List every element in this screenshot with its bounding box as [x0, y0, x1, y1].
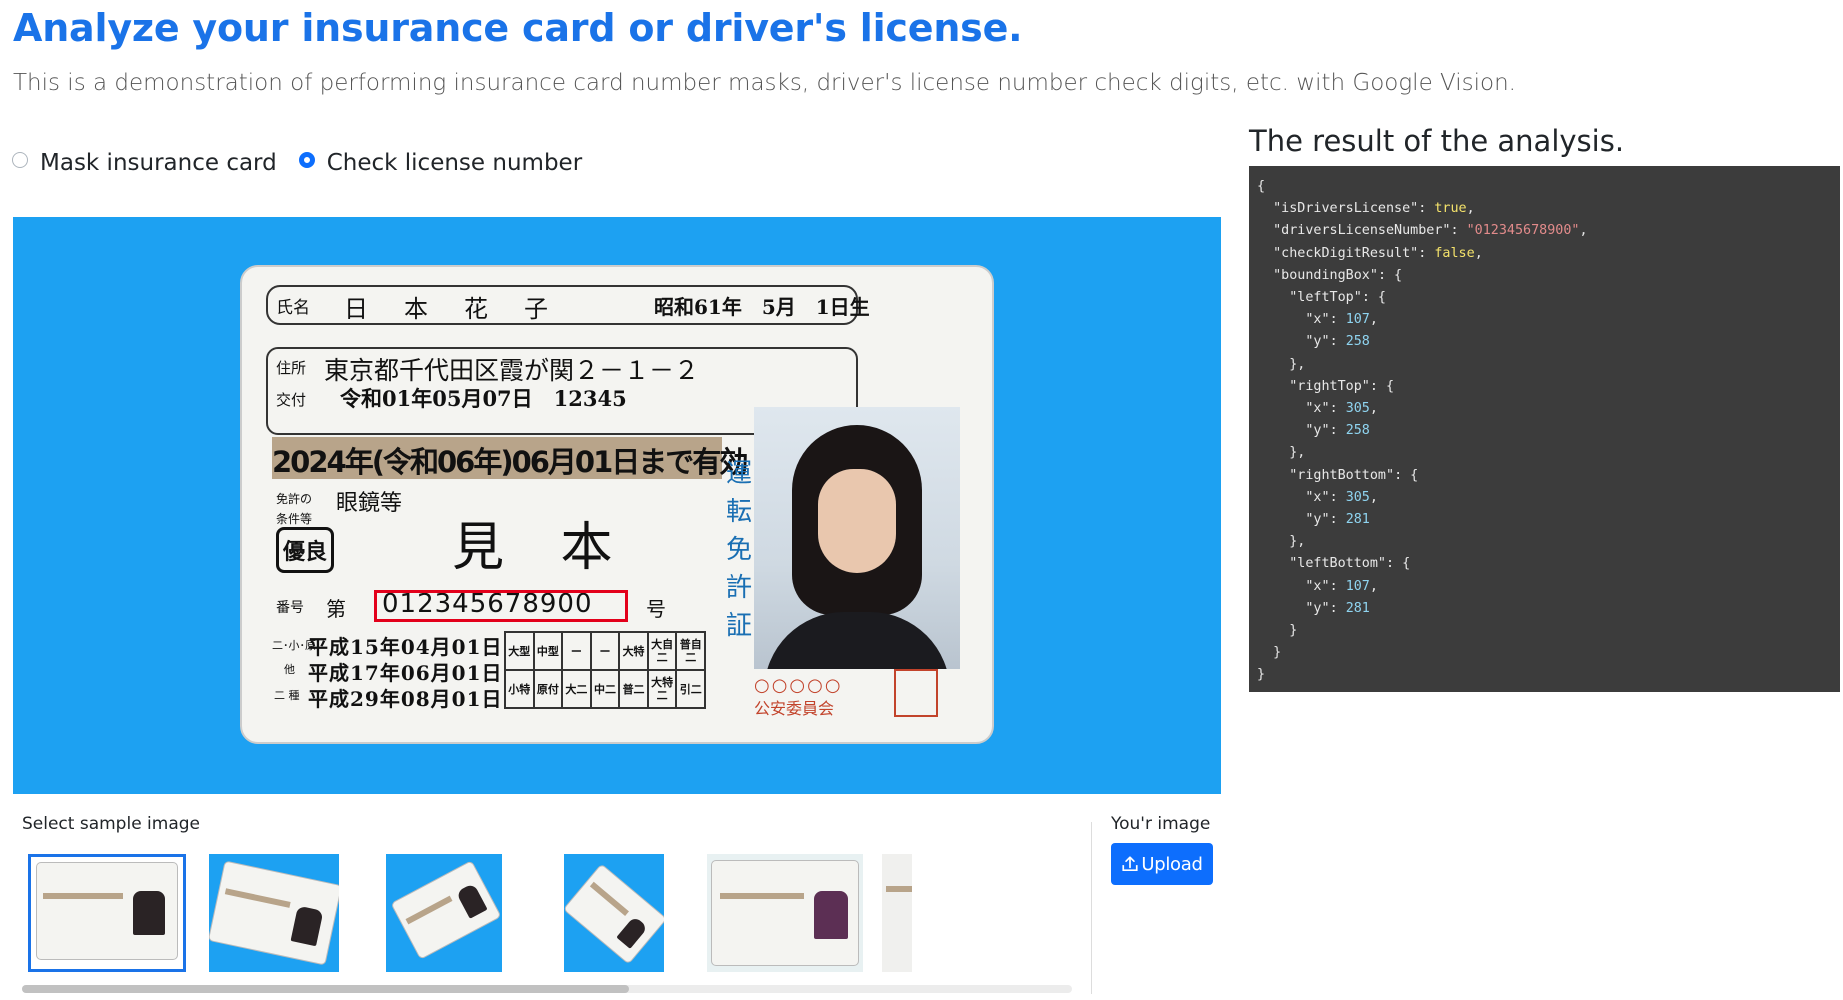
sample-thumbnail[interactable]	[209, 854, 339, 972]
sample-card	[564, 863, 664, 965]
card-commission: 公安委員会	[754, 699, 835, 718]
sample-bar	[224, 888, 291, 908]
sample-bar	[43, 893, 123, 899]
number-suffix: 号	[646, 597, 666, 621]
license-number-highlight	[374, 590, 628, 622]
your-image-label: You'r image	[1111, 814, 1211, 834]
license-type-cell: 大特二	[647, 670, 677, 708]
card-vertical-title: 運転免許証	[725, 459, 752, 641]
excellent-badge: 優良	[276, 527, 335, 573]
sample-thumbnail[interactable]	[707, 854, 863, 972]
date1: 平成15年04月01日	[308, 635, 503, 659]
card-birth: 昭和61年 5月 1日生	[654, 295, 870, 319]
upload-button-label[interactable]: Upload	[1141, 854, 1203, 875]
json-license-number: "012345678900"	[1466, 223, 1580, 239]
license-type-cell: 大自二	[647, 632, 677, 670]
license-type-cell: 大二	[562, 670, 591, 708]
json-leftbottom-x: 107	[1345, 578, 1370, 594]
card-address: 東京都千代田区霞が関２－１－２	[324, 356, 700, 385]
date2-label: 他	[284, 663, 295, 676]
card-photo	[754, 407, 960, 669]
number-label: 番号	[276, 600, 304, 616]
license-type-cell: 大型	[505, 632, 534, 670]
sample-thumbnail[interactable]	[386, 854, 502, 972]
card-conditions: 眼鏡等	[336, 491, 403, 516]
card-validity: 2024年(令和06年)06月01日まで有効	[272, 445, 748, 479]
name-label: 氏名	[276, 298, 310, 318]
license-type-cell: 原付	[533, 670, 563, 708]
sample-bar	[405, 895, 453, 925]
conditions-label: 免許の条件等	[276, 492, 313, 526]
license-type-cell: 大特	[619, 632, 648, 670]
json-leftbottom-y: 281	[1345, 600, 1370, 616]
page-subtitle: This is a demonstration of performing in…	[13, 70, 1516, 96]
json-lefttop-x: 107	[1345, 312, 1370, 328]
upload-icon	[1122, 856, 1138, 872]
license-type-cell: 普二	[619, 670, 648, 708]
sample-photo	[616, 915, 649, 949]
sample-thumbnail[interactable]	[564, 854, 664, 972]
license-type-cell: 引二	[676, 670, 705, 708]
radio-check-license-input[interactable]	[298, 152, 315, 168]
license-type-cell: 普自二	[676, 632, 705, 670]
sample-card	[390, 860, 502, 960]
issue-label: 交付	[276, 391, 307, 409]
date2: 平成17年06月01日	[308, 661, 503, 685]
license-type-cell: 小特	[505, 670, 534, 708]
sample-photo	[133, 891, 165, 935]
json-check-digit-result: false	[1434, 245, 1475, 261]
license-type-cell: 中二	[590, 670, 620, 708]
sample-card	[209, 860, 339, 966]
photo-face	[818, 469, 896, 573]
sample-bar	[886, 886, 912, 892]
card-sample-mark: 見 本	[452, 518, 633, 578]
mode-radio-group: Mask insurance card Check license number	[12, 150, 604, 176]
json-rightbottom-x: 305	[1345, 489, 1370, 505]
card-name: 日 本 花 子	[344, 295, 554, 323]
upload-button[interactable]: Upload	[1111, 843, 1213, 885]
thumbnails-scrollbar-thumb[interactable]	[22, 985, 629, 993]
sample-images-label: Select sample image	[22, 814, 201, 834]
card-issue: 令和01年05月07日 12345	[340, 386, 627, 411]
sample-bar	[720, 893, 804, 899]
sample-photo	[455, 882, 488, 919]
card-seal	[894, 669, 938, 717]
license-card-image: 氏名 日 本 花 子 昭和61年 5月 1日生 住所 東京都千代田区霞が関２－１…	[240, 265, 994, 744]
radio-mask-insurance-input[interactable]	[12, 152, 28, 168]
radio-check-license[interactable]: Check license number	[298, 150, 582, 176]
radio-mask-insurance[interactable]: Mask insurance card	[12, 150, 277, 176]
json-is-drivers-license: true	[1434, 201, 1467, 217]
number-prefix: 第	[326, 597, 346, 621]
sample-bar	[589, 881, 629, 916]
json-righttop-x: 305	[1345, 401, 1370, 417]
page-title: Analyze your insurance card or driver's …	[13, 6, 1023, 50]
radio-check-license-label[interactable]: Check license number	[327, 150, 582, 176]
date3-label: 二 種	[274, 689, 300, 702]
image-preview: 氏名 日 本 花 子 昭和61年 5月 1日生 住所 東京都千代田区霞が関２－１…	[13, 217, 1221, 794]
address-label: 住所	[276, 359, 307, 377]
sample-thumbnail[interactable]	[882, 854, 912, 972]
thumbnails-scrollbar[interactable]	[22, 985, 1072, 993]
date3: 平成29年08月01日	[308, 687, 503, 711]
radio-mask-insurance-label[interactable]: Mask insurance card	[40, 150, 277, 176]
sample-thumbnail[interactable]	[28, 854, 186, 972]
license-type-cell: ー	[562, 632, 591, 670]
license-types-grid: 大型 中型ーー大特 大自二 普自二小特 原付 大二 中二 普二 大特二 引二	[504, 631, 706, 709]
sample-thumbnails	[22, 852, 1072, 974]
json-rightbottom-y: 281	[1345, 512, 1370, 528]
json-lefttop-y: 258	[1345, 334, 1370, 350]
sample-photo	[814, 891, 848, 939]
photo-body	[764, 612, 950, 669]
sample-card	[711, 860, 859, 966]
result-title: The result of the analysis.	[1249, 124, 1625, 158]
result-json: { "isDriversLicense": true, "driversLice…	[1249, 166, 1840, 692]
section-divider	[1091, 822, 1092, 994]
license-type-cell: 中型	[533, 632, 563, 670]
sample-card	[36, 862, 178, 960]
commission-marks: ○○○○○	[754, 675, 843, 696]
license-type-cell: ー	[590, 632, 620, 670]
sample-photo	[290, 905, 324, 947]
json-righttop-y: 258	[1345, 423, 1370, 439]
